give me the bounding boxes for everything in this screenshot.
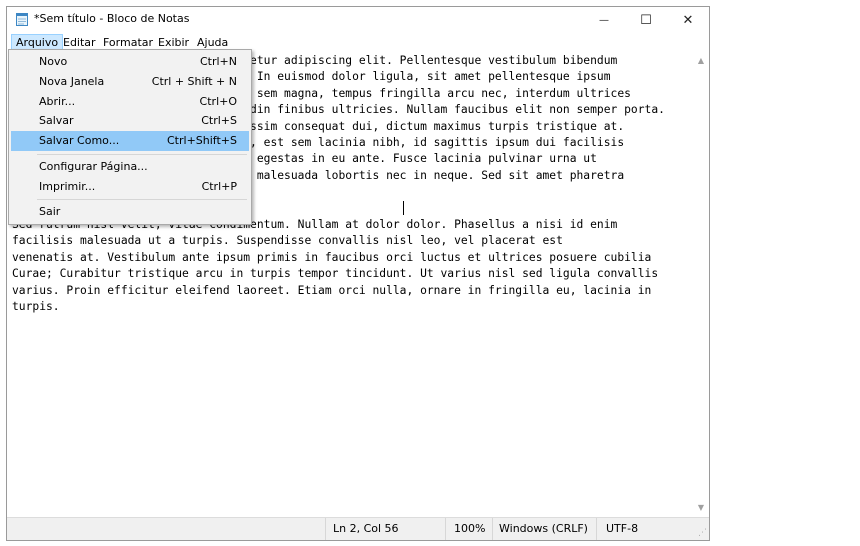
menu-item-shortcut: Ctrl+Shift+S xyxy=(167,134,237,147)
status-divider xyxy=(492,518,493,540)
menu-item-configurar-pagina[interactable]: Configurar Página... xyxy=(11,157,249,177)
notepad-icon xyxy=(16,13,28,26)
minimize-icon: — xyxy=(599,14,609,26)
status-divider xyxy=(596,518,597,540)
menu-item-sair[interactable]: Sair xyxy=(11,202,249,222)
menu-item-label: Imprimir... xyxy=(39,180,96,193)
status-divider xyxy=(445,518,446,540)
window-title: *Sem título - Bloco de Notas xyxy=(34,12,190,25)
menu-item-novo[interactable]: Novo Ctrl+N xyxy=(11,52,249,72)
scroll-up-icon[interactable]: ▲ xyxy=(693,52,709,68)
line-ending: Windows (CRLF) xyxy=(499,522,588,535)
menu-item-salvar-como[interactable]: Salvar Como... Ctrl+Shift+S xyxy=(11,131,249,151)
menu-item-nova-janela[interactable]: Nova Janela Ctrl + Shift + N xyxy=(11,72,249,92)
menu-item-shortcut: Ctrl+N xyxy=(199,55,237,68)
close-button[interactable]: ✕ xyxy=(671,7,705,33)
menu-item-label: Sair xyxy=(39,205,61,218)
vertical-scrollbar[interactable]: ▲ ▼ xyxy=(693,52,709,515)
resize-grip-icon[interactable]: ⋰ xyxy=(698,528,707,538)
menu-item-abrir[interactable]: Abrir... Ctrl+O xyxy=(11,92,249,112)
menu-separator xyxy=(37,199,247,200)
menu-item-shortcut: Ctrl+O xyxy=(199,95,237,108)
menu-item-label: Salvar Como... xyxy=(39,134,120,147)
menu-item-shortcut: Ctrl+P xyxy=(201,180,237,193)
menu-separator xyxy=(37,154,247,155)
menu-item-shortcut: Ctrl + Shift + N xyxy=(151,75,237,88)
status-bar: Ln 2, Col 56 100% Windows (CRLF) UTF-8 ⋰ xyxy=(7,517,709,540)
menu-item-label: Abrir... xyxy=(39,95,76,108)
menu-item-label: Nova Janela xyxy=(39,75,105,88)
minimize-button[interactable]: — xyxy=(587,7,621,33)
cursor-position: Ln 2, Col 56 xyxy=(333,522,399,535)
menu-item-label: Configurar Página... xyxy=(39,160,148,173)
menu-item-shortcut: Ctrl+S xyxy=(201,114,237,127)
title-bar[interactable]: *Sem título - Bloco de Notas — ☐ ✕ xyxy=(7,7,709,33)
zoom-level: 100% xyxy=(454,522,486,535)
file-menu-dropdown: Novo Ctrl+N Nova Janela Ctrl + Shift + N… xyxy=(8,49,252,225)
encoding: UTF-8 xyxy=(606,522,639,535)
scroll-down-icon[interactable]: ▼ xyxy=(693,499,709,515)
menu-item-salvar[interactable]: Salvar Ctrl+S xyxy=(11,111,249,131)
menu-item-label: Novo xyxy=(39,55,68,68)
maximize-button[interactable]: ☐ xyxy=(629,7,663,33)
close-icon: ✕ xyxy=(682,12,694,28)
menu-item-label: Salvar xyxy=(39,114,74,127)
status-divider xyxy=(325,518,326,540)
maximize-icon: ☐ xyxy=(640,12,652,28)
menu-item-imprimir[interactable]: Imprimir... Ctrl+P xyxy=(11,177,249,197)
text-caret xyxy=(403,201,404,215)
